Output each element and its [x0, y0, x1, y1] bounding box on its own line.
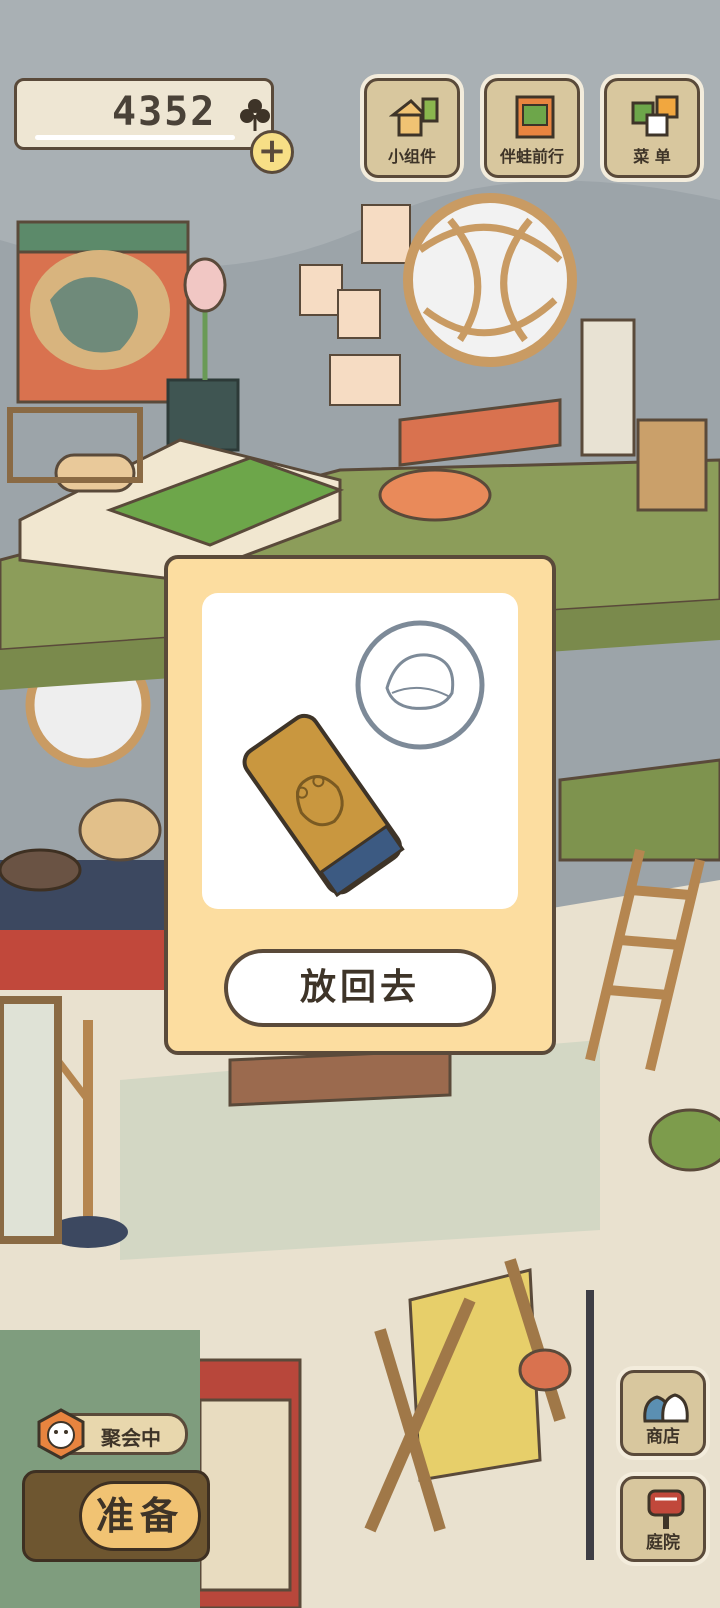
shop-bags-icon: [643, 1393, 689, 1423]
yard-label: 庭院: [646, 1533, 680, 1553]
prepare-label: 准备: [79, 1481, 201, 1551]
owl-icon: [37, 1408, 85, 1460]
clover-counter: 4352: [14, 78, 274, 150]
book-icon: [515, 95, 555, 139]
cards-icon: [631, 95, 679, 137]
plus-icon: +: [257, 131, 287, 171]
clover-count: 4352: [112, 89, 217, 135]
put-back-button[interactable]: 放回去: [224, 949, 496, 1027]
party-label: 聚会中: [101, 1426, 161, 1450]
widgets-label: 小组件: [387, 147, 436, 166]
frog-stamp-icon: [242, 620, 485, 898]
prepare-button[interactable]: 准备: [22, 1470, 210, 1562]
add-clover-button[interactable]: +: [250, 130, 294, 174]
lattice-window: [403, 193, 577, 367]
widgets-button[interactable]: 小组件: [364, 78, 460, 178]
shop-label: 商店: [646, 1427, 680, 1447]
yard-button[interactable]: 庭院: [620, 1476, 706, 1562]
menu-label: 菜 单: [633, 147, 671, 166]
menu-button[interactable]: 菜 单: [604, 78, 700, 178]
item-card: [202, 593, 518, 909]
counter-bar: [35, 135, 235, 140]
mailbox-icon: [647, 1489, 685, 1529]
travel-with-frog-button[interactable]: 伴蛙前行: [484, 78, 580, 178]
party-status[interactable]: 聚会中: [37, 1408, 188, 1460]
shop-button[interactable]: 商店: [620, 1370, 706, 1456]
widgets-icon: [389, 97, 439, 137]
map-banner: [16, 220, 190, 404]
clover-icon: [240, 99, 270, 131]
item-dialog: 放回去: [164, 555, 556, 1055]
travel-label: 伴蛙前行: [499, 147, 564, 166]
